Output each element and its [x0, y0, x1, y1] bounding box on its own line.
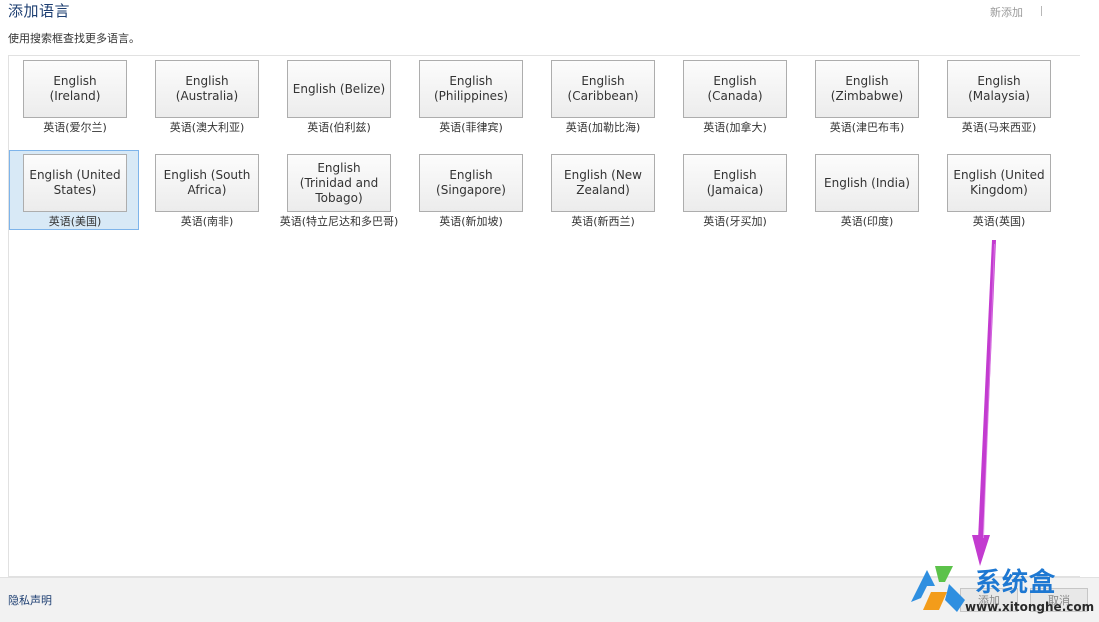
- language-caption: 英语(加拿大): [703, 121, 767, 134]
- language-tile[interactable]: English (Canada) 英语(加拿大): [669, 56, 799, 136]
- language-button[interactable]: English (United Kingdom): [947, 154, 1051, 212]
- page-subtitle: 使用搜索框查找更多语言。: [8, 32, 140, 45]
- language-tile[interactable]: English (New Zealand) 英语(新西兰): [537, 150, 667, 230]
- language-tile[interactable]: English (Caribbean) 英语(加勒比海): [537, 56, 667, 136]
- language-caption: 英语(加勒比海): [565, 121, 641, 134]
- language-button[interactable]: English (Australia): [155, 60, 259, 118]
- language-caption: 英语(特立尼达和多巴哥): [279, 215, 399, 228]
- language-tile[interactable]: English (Singapore) 英语(新加坡): [405, 150, 535, 230]
- language-grid: English (Ireland) 英语(爱尔兰) English (Austr…: [8, 55, 1080, 577]
- language-caption: 英语(菲律宾): [439, 121, 503, 134]
- language-caption: 英语(爱尔兰): [43, 121, 107, 134]
- language-button[interactable]: English (Jamaica): [683, 154, 787, 212]
- language-tile[interactable]: English (United Kingdom) 英语(英国): [933, 150, 1063, 230]
- annotation-arrow-icon: [972, 240, 996, 566]
- language-tile[interactable]: English (Australia) 英语(澳大利亚): [141, 56, 271, 136]
- language-button[interactable]: English (Ireland): [23, 60, 127, 118]
- language-caption: 英语(新加坡): [439, 215, 503, 228]
- watermark: 系统盒 www.xitonghe.com: [903, 560, 1099, 621]
- language-button[interactable]: English (United States): [23, 154, 127, 212]
- watermark-url: www.xitonghe.com: [965, 600, 1095, 614]
- language-caption: 英语(美国): [48, 215, 102, 228]
- language-tile[interactable]: English (Trinidad and Tobago) 英语(特立尼达和多巴…: [273, 150, 403, 230]
- language-caption: 英语(新西兰): [571, 215, 635, 228]
- language-caption: 英语(印度): [840, 215, 894, 228]
- language-button[interactable]: English (Zimbabwe): [815, 60, 919, 118]
- language-caption: 英语(马来西亚): [961, 121, 1037, 134]
- language-tile[interactable]: English (Jamaica) 英语(牙买加): [669, 150, 799, 230]
- top-right-text: 新添加: [990, 6, 1023, 19]
- language-button[interactable]: English (Trinidad and Tobago): [287, 154, 391, 212]
- language-caption: 英语(伯利兹): [307, 121, 371, 134]
- language-button[interactable]: English (South Africa): [155, 154, 259, 212]
- language-tile[interactable]: English (India) 英语(印度): [801, 150, 931, 230]
- language-button[interactable]: English (Canada): [683, 60, 787, 118]
- privacy-link[interactable]: 隐私声明: [8, 592, 52, 608]
- language-button[interactable]: English (Philippines): [419, 60, 523, 118]
- watermark-name: 系统盒: [975, 568, 1057, 598]
- language-caption: 英语(牙买加): [703, 215, 767, 228]
- language-caption: 英语(南非): [180, 215, 234, 228]
- divider: [1041, 6, 1042, 16]
- language-caption: 英语(澳大利亚): [169, 121, 245, 134]
- language-caption: 英语(津巴布韦): [829, 121, 905, 134]
- language-button[interactable]: English (Belize): [287, 60, 391, 118]
- language-tile[interactable]: English (Philippines) 英语(菲律宾): [405, 56, 535, 136]
- language-button[interactable]: English (India): [815, 154, 919, 212]
- language-button[interactable]: English (New Zealand): [551, 154, 655, 212]
- language-tile[interactable]: English (Malaysia) 英语(马来西亚): [933, 56, 1063, 136]
- page-title: 添加语言: [8, 2, 71, 20]
- language-tile-selected[interactable]: English (United States) 英语(美国): [9, 150, 139, 230]
- language-button[interactable]: English (Malaysia): [947, 60, 1051, 118]
- language-tile[interactable]: English (Zimbabwe) 英语(津巴布韦): [801, 56, 931, 136]
- language-caption: 英语(英国): [972, 215, 1026, 228]
- language-tile[interactable]: English (Belize) 英语(伯利兹): [273, 56, 403, 136]
- watermark-logo-icon: [911, 566, 965, 612]
- language-tile[interactable]: English (South Africa) 英语(南非): [141, 150, 271, 230]
- language-tile[interactable]: English (Ireland) 英语(爱尔兰): [9, 56, 139, 136]
- language-button[interactable]: English (Singapore): [419, 154, 523, 212]
- language-button[interactable]: English (Caribbean): [551, 60, 655, 118]
